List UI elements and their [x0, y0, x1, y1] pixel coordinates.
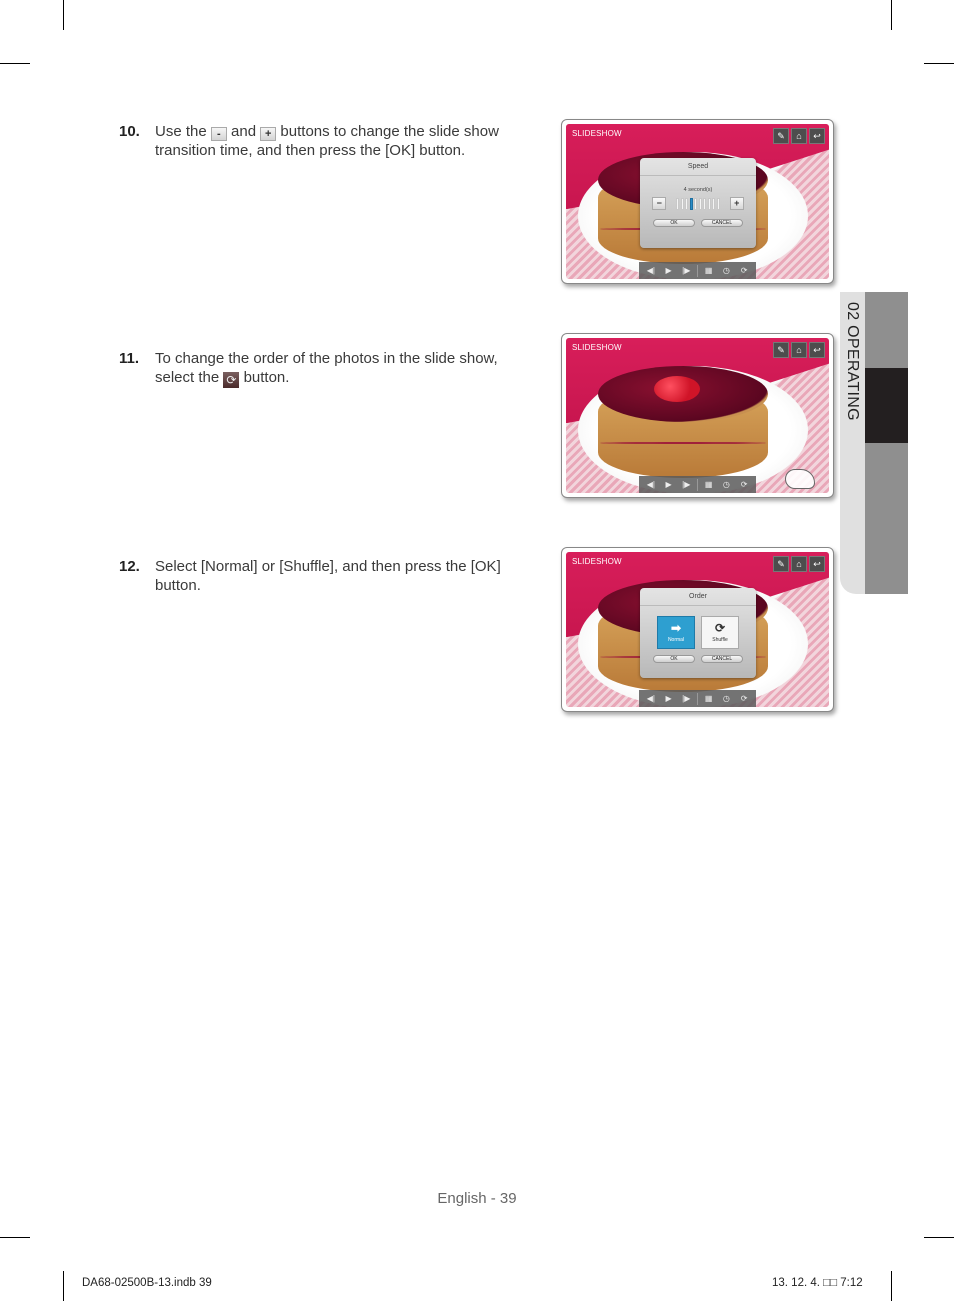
grid-icon[interactable]: ▦	[702, 266, 716, 275]
cake-photo: SLIDESHOW ✎ ⌂ ↩ ◀| ▶ |▶ ▦ ◷ ⟳	[566, 338, 829, 493]
slider-segment[interactable]	[689, 197, 693, 210]
dialog-title: Speed	[640, 158, 756, 176]
order-refresh-icon: ⟳	[223, 372, 240, 388]
play-icon[interactable]: ▶	[662, 266, 676, 275]
slider-segment[interactable]	[685, 197, 689, 210]
grid-icon[interactable]: ▦	[702, 480, 716, 489]
grid-icon[interactable]: ▦	[702, 694, 716, 703]
edit-icon[interactable]: ✎	[773, 128, 789, 144]
chapter-tab-bar	[865, 292, 908, 594]
top-buttons: ✎ ⌂ ↩	[773, 128, 825, 144]
speed-slider[interactable]	[676, 197, 720, 210]
slideshow-label: SLIDESHOW	[572, 129, 622, 138]
speed-icon[interactable]: ◷	[719, 266, 733, 275]
previous-icon[interactable]: ◀|	[644, 694, 658, 703]
crop-mark	[0, 63, 30, 64]
page-number: English - 39	[437, 1190, 517, 1207]
ok-button[interactable]: OK	[653, 655, 695, 663]
next-icon[interactable]: |▶	[679, 694, 693, 703]
dialog-title: Order	[640, 588, 756, 606]
minus-button-icon: -	[210, 127, 227, 141]
order-icon[interactable]: ⟳	[737, 694, 751, 703]
next-icon[interactable]: |▶	[679, 266, 693, 275]
previous-icon[interactable]: ◀|	[644, 480, 658, 489]
strawberry-topping	[654, 376, 700, 402]
playback-controls: ◀| ▶ |▶ ▦ ◷ ⟳	[639, 690, 756, 707]
cake-photo: SLIDESHOW ✎ ⌂ ↩ Speed 4 second(s) − + OK…	[566, 124, 829, 279]
crop-mark	[891, 0, 892, 30]
play-icon[interactable]: ▶	[662, 480, 676, 489]
screenshot-order-dialog: SLIDESHOW ✎ ⌂ ↩ Order ➡ Normal ⟳ Shuffle…	[561, 547, 834, 712]
speed-icon[interactable]: ◷	[719, 694, 733, 703]
order-option-shuffle[interactable]: ⟳ Shuffle	[701, 616, 739, 649]
divider	[696, 264, 698, 277]
playback-controls: ◀| ▶ |▶ ▦ ◷ ⟳	[639, 262, 756, 279]
speed-minus-button[interactable]: −	[652, 197, 667, 210]
home-icon[interactable]: ⌂	[791, 556, 807, 572]
top-buttons: ✎ ⌂ ↩	[773, 342, 825, 358]
step-11: 11. To change the order of the photos in…	[119, 349, 539, 388]
slider-segment[interactable]	[698, 197, 702, 210]
crop-mark	[924, 1237, 954, 1238]
divider	[696, 478, 698, 491]
slider-segment[interactable]	[712, 197, 716, 210]
top-buttons: ✎ ⌂ ↩	[773, 556, 825, 572]
slider-segment[interactable]	[707, 197, 711, 210]
crop-mark	[891, 1271, 892, 1301]
crop-mark	[63, 0, 64, 30]
slideshow-label: SLIDESHOW	[572, 343, 622, 352]
home-icon[interactable]: ⌂	[791, 128, 807, 144]
home-icon[interactable]: ⌂	[791, 342, 807, 358]
cancel-button[interactable]: CANCEL	[701, 219, 743, 227]
slideshow-label: SLIDESHOW	[572, 557, 622, 566]
crop-mark	[0, 1237, 30, 1238]
screenshot-order-select: SLIDESHOW ✎ ⌂ ↩ ◀| ▶ |▶ ▦ ◷ ⟳	[561, 333, 834, 498]
slider-segment[interactable]	[680, 197, 684, 210]
speed-plus-button[interactable]: +	[729, 197, 744, 210]
print-stamp: 13. 12. 4. □□ 7:12	[772, 1277, 863, 1289]
step-text: To change the order of the photos in the…	[155, 350, 498, 388]
slider-segment[interactable]	[694, 197, 698, 210]
slider-segment[interactable]	[716, 197, 720, 210]
plus-button-icon: +	[260, 127, 277, 141]
back-icon[interactable]: ↩	[809, 342, 825, 358]
speed-value-label: 4 second(s)	[683, 187, 713, 193]
edit-icon[interactable]: ✎	[773, 342, 789, 358]
step-number: 10.	[119, 123, 140, 140]
cancel-button[interactable]: CANCEL	[701, 655, 743, 663]
slider-segment[interactable]	[676, 197, 680, 210]
edit-icon[interactable]: ✎	[773, 556, 789, 572]
chapter-tab-marker	[865, 368, 908, 443]
step-12: 12. Select [Normal] or [Shuffle], and th…	[119, 557, 539, 595]
play-icon[interactable]: ▶	[662, 694, 676, 703]
step-text: Select [Normal] or [Shuffle], and then p…	[155, 558, 501, 594]
order-option-normal[interactable]: ➡ Normal	[657, 616, 695, 649]
previous-icon[interactable]: ◀|	[644, 266, 658, 275]
crop-mark	[63, 1271, 64, 1301]
step-number: 11.	[119, 350, 140, 367]
slider-segment[interactable]	[703, 197, 707, 210]
cake-photo: SLIDESHOW ✎ ⌂ ↩ Order ➡ Normal ⟳ Shuffle…	[566, 552, 829, 707]
crop-mark	[924, 63, 954, 64]
back-icon[interactable]: ↩	[809, 556, 825, 572]
playback-controls: ◀| ▶ |▶ ▦ ◷ ⟳	[639, 476, 756, 493]
screenshot-speed: SLIDESHOW ✎ ⌂ ↩ Speed 4 second(s) − + OK…	[561, 119, 834, 284]
divider	[696, 692, 698, 705]
order-icon[interactable]: ⟳	[737, 480, 751, 489]
order-icon[interactable]: ⟳	[737, 266, 751, 275]
arrow-right-icon: ➡	[670, 621, 682, 635]
chapter-label: 02 OPERATING	[844, 302, 861, 421]
file-info: DA68-02500B-13.indb 39	[82, 1277, 212, 1289]
speed-icon[interactable]: ◷	[719, 480, 733, 489]
order-dialog: Order ➡ Normal ⟳ Shuffle OK CANCEL	[640, 588, 756, 678]
speed-dialog: Speed 4 second(s) − + OK CANCEL	[640, 158, 756, 248]
shuffle-icon: ⟳	[714, 621, 726, 635]
next-icon[interactable]: |▶	[679, 480, 693, 489]
hand-pointer-icon	[785, 469, 815, 489]
step-number: 12.	[119, 558, 140, 575]
step-10: 10. Use the - and + buttons to change th…	[119, 122, 539, 160]
step-text: Use the - and + buttons to change the sl…	[155, 123, 499, 159]
ok-button[interactable]: OK	[653, 219, 695, 227]
back-icon[interactable]: ↩	[809, 128, 825, 144]
